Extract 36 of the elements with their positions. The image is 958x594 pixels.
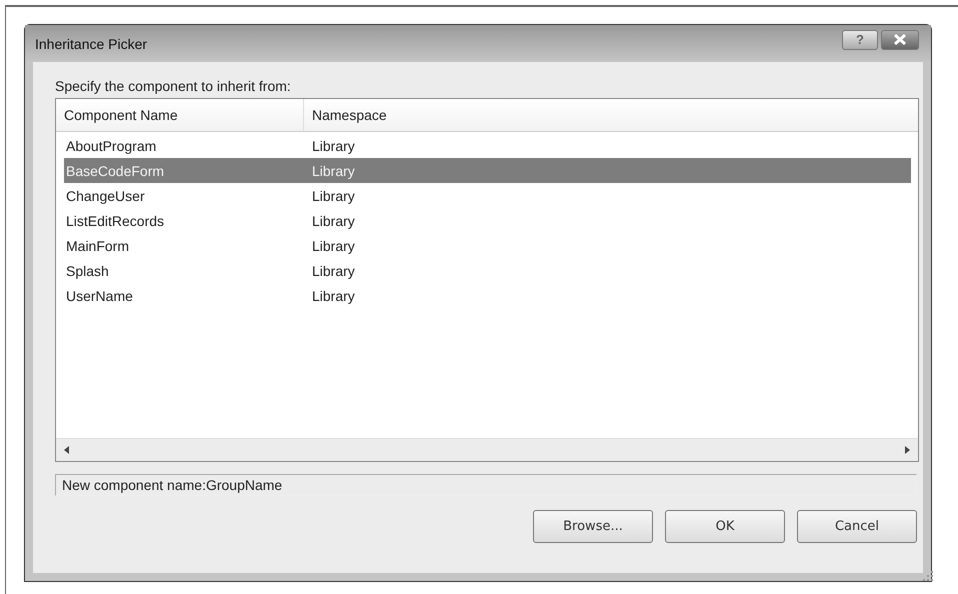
close-icon [892,34,908,45]
table-cell-text: Library [311,236,356,256]
table-cell-text: BaseCodeForm [65,162,166,180]
list-row[interactable]: ListEditRecords Library [64,208,911,233]
scroll-left-icon[interactable] [64,446,69,454]
table-cell-text: Library [311,286,356,306]
prompt-label: Specify the component to inherit from: [55,78,292,96]
list-row[interactable]: MainForm Library [64,233,911,258]
horizontal-scrollbar[interactable] [56,438,918,461]
resize-grip-icon[interactable] [923,571,933,581]
list-row[interactable]: BaseCodeForm Library [64,158,911,183]
table-cell-text: Library [311,136,356,156]
list-row[interactable]: UserName Library [64,283,911,308]
list-row[interactable]: ChangeUser Library [64,183,911,208]
window-title: Inheritance Picker [35,36,148,52]
table-cell-text: ChangeUser [65,186,146,206]
column-header[interactable]: Namespace [304,99,918,131]
table-cell-text: Library [311,186,356,206]
ok-button[interactable]: OK [665,510,785,543]
list-row[interactable]: AboutProgram Library [64,133,911,158]
table-cell-text: AboutProgram [65,136,158,156]
table-cell-text: Library [311,262,356,281]
status-field: New component name:GroupName [55,474,917,496]
scroll-right-icon[interactable] [905,446,910,454]
table-cell-text: Splash [65,262,110,281]
help-button[interactable]: ? [842,30,878,50]
table-cell-text: MainForm [65,236,130,256]
table-cell-text: ListEditRecords [65,212,166,230]
list-row[interactable]: Splash Library [64,258,911,283]
browse-button[interactable]: Browse... [533,510,653,543]
table-cell-text: Library [311,162,356,181]
table-cell-text: Library [311,212,356,231]
column-header[interactable]: Component Name [56,99,304,131]
table-cell-text: UserName [65,286,134,306]
cancel-button[interactable]: Cancel [797,510,917,543]
close-button[interactable] [881,30,919,50]
